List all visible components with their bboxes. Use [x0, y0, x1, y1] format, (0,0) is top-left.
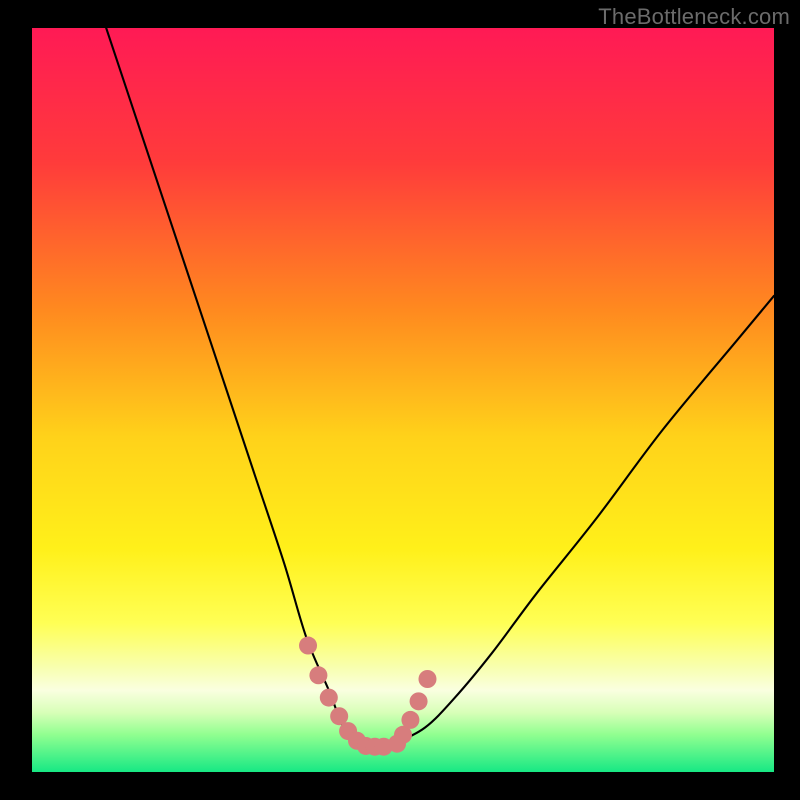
highlight-marker [309, 666, 327, 684]
highlight-marker [299, 637, 317, 655]
bottleneck-curve [106, 28, 774, 746]
highlight-marker [418, 670, 436, 688]
highlight-marker [410, 692, 428, 710]
highlight-marker [320, 689, 338, 707]
plot-area [32, 28, 774, 772]
chart-frame: TheBottleneck.com [0, 0, 800, 800]
watermark-text: TheBottleneck.com [598, 4, 790, 30]
chart-svg [32, 28, 774, 772]
highlight-marker [401, 711, 419, 729]
